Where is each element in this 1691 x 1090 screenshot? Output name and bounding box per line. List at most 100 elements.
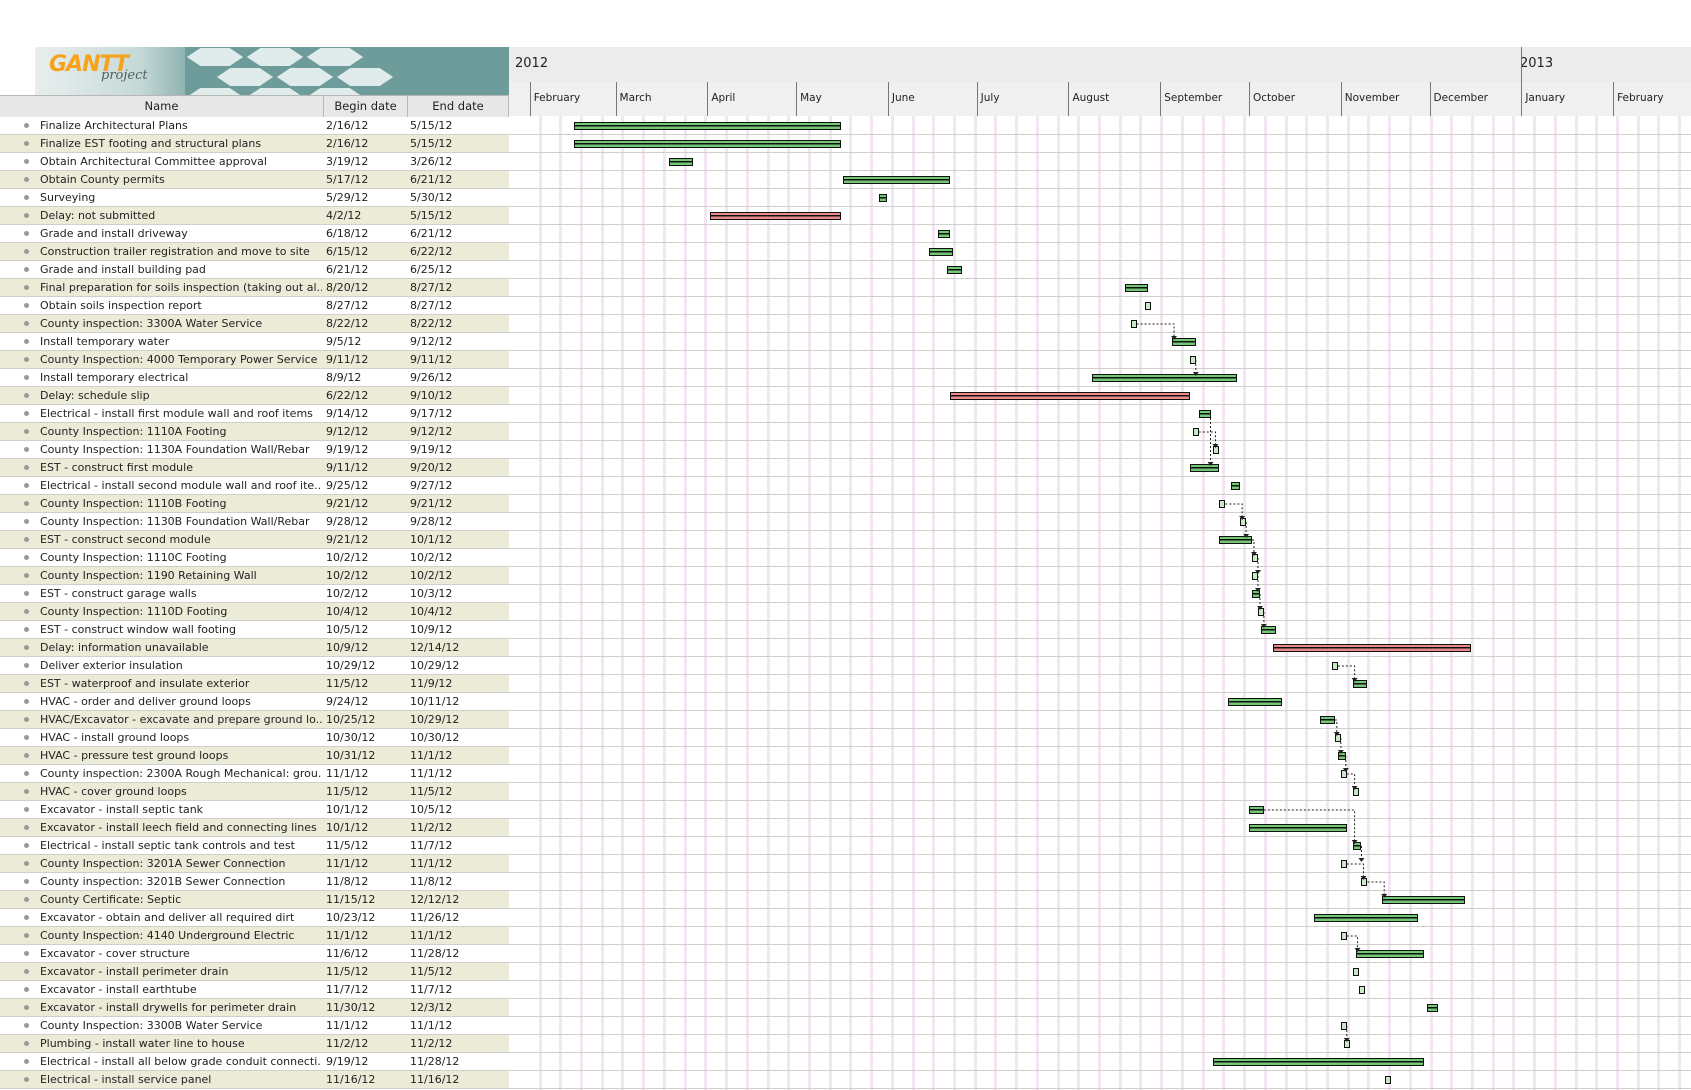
task-begin-date[interactable]: 9/19/12 — [326, 441, 406, 458]
task-name[interactable]: HVAC - cover ground loops — [40, 783, 322, 800]
task-begin-date[interactable]: 10/2/12 — [326, 585, 406, 602]
task-bar[interactable] — [1213, 446, 1220, 454]
task-row[interactable]: County Certificate: Septic 11/15/12 12/12/… — [0, 891, 1691, 909]
task-name[interactable]: EST - construct window wall footing — [40, 621, 322, 638]
task-row[interactable]: EST - construct first module 9/11/12 9/20/… — [0, 459, 1691, 477]
task-begin-date[interactable]: 11/2/12 — [326, 1035, 406, 1052]
task-end-date[interactable]: 9/27/12 — [410, 477, 507, 494]
task-begin-date[interactable]: 9/24/12 — [326, 693, 406, 710]
task-name[interactable]: County Inspection: 4000 Temporary Power … — [40, 351, 322, 368]
task-end-date[interactable]: 11/7/12 — [410, 981, 507, 998]
task-end-date[interactable]: 9/10/12 — [410, 387, 507, 404]
task-end-date[interactable]: 10/29/12 — [410, 657, 507, 674]
task-end-date[interactable]: 9/19/12 — [410, 441, 507, 458]
task-row[interactable]: Excavator - install septic tank 10/1/12 10… — [0, 801, 1691, 819]
task-row[interactable]: Delay: schedule slip 6/22/12 9/10/12 — [0, 387, 1691, 405]
task-begin-date[interactable]: 11/5/12 — [326, 675, 406, 692]
task-end-date[interactable]: 10/4/12 — [410, 603, 507, 620]
task-name[interactable]: Excavator - install leech field and conn… — [40, 819, 322, 836]
task-row[interactable]: Plumbing - install water line to house 11… — [0, 1035, 1691, 1053]
task-begin-date[interactable]: 6/15/12 — [326, 243, 406, 260]
task-bar[interactable] — [1340, 860, 1347, 868]
task-row[interactable]: Excavator - install leech field and conn… — [0, 819, 1691, 837]
task-end-date[interactable]: 11/2/12 — [410, 819, 507, 836]
task-end-date[interactable]: 11/7/12 — [410, 837, 507, 854]
task-row[interactable]: Excavator - install earthtube 11/7/12 11/7… — [0, 981, 1691, 999]
task-name[interactable]: County Inspection: 3300B Water Service — [40, 1017, 322, 1034]
task-begin-date[interactable]: 10/5/12 — [326, 621, 406, 638]
task-row[interactable]: County inspection: 3201B Sewer Connectio… — [0, 873, 1691, 891]
task-name[interactable]: County Certificate: Septic — [40, 891, 322, 908]
task-begin-date[interactable]: 10/31/12 — [326, 747, 406, 764]
task-end-date[interactable]: 10/29/12 — [410, 711, 507, 728]
task-begin-date[interactable]: 11/8/12 — [326, 873, 406, 890]
task-begin-date[interactable]: 10/9/12 — [326, 639, 406, 656]
delay-bar[interactable] — [950, 392, 1190, 400]
task-name[interactable]: County Inspection: 3201A Sewer Connectio… — [40, 855, 322, 872]
task-begin-date[interactable]: 9/11/12 — [326, 459, 406, 476]
task-bar[interactable] — [1251, 572, 1258, 580]
task-end-date[interactable]: 11/1/12 — [410, 927, 507, 944]
task-end-date[interactable]: 11/28/12 — [410, 1053, 507, 1070]
task-name[interactable]: Delay: information unavailable — [40, 639, 322, 656]
task-name[interactable]: Electrical - install all below grade con… — [40, 1053, 322, 1070]
task-row[interactable]: Electrical - install all below grade con… — [0, 1053, 1691, 1071]
task-begin-date[interactable]: 5/29/12 — [326, 189, 406, 206]
task-row[interactable]: Excavator - install perimeter drain 11/5/… — [0, 963, 1691, 981]
task-begin-date[interactable]: 11/1/12 — [326, 1017, 406, 1034]
task-begin-date[interactable]: 11/7/12 — [326, 981, 406, 998]
task-begin-date[interactable]: 11/16/12 — [326, 1071, 406, 1088]
task-name[interactable]: HVAC - pressure test ground loops — [40, 747, 322, 764]
task-name[interactable]: Excavator - install drywells for perimet… — [40, 999, 322, 1016]
task-begin-date[interactable]: 10/25/12 — [326, 711, 406, 728]
task-row[interactable]: Excavator - cover structure 11/6/12 11/28/… — [0, 945, 1691, 963]
task-bar[interactable] — [1257, 608, 1264, 616]
task-bar[interactable] — [1124, 284, 1149, 292]
task-begin-date[interactable]: 9/25/12 — [326, 477, 406, 494]
task-end-date[interactable]: 12/3/12 — [410, 999, 507, 1016]
task-bar[interactable] — [1337, 752, 1346, 760]
task-bar[interactable] — [1331, 662, 1338, 670]
task-name[interactable]: Excavator - obtain and deliver all requi… — [40, 909, 322, 926]
task-name[interactable]: Electrical - install first module wall a… — [40, 405, 322, 422]
task-begin-date[interactable]: 9/11/12 — [326, 351, 406, 368]
task-bar[interactable] — [1240, 518, 1247, 526]
task-begin-date[interactable]: 8/9/12 — [326, 369, 406, 386]
task-end-date[interactable]: 5/15/12 — [410, 135, 507, 152]
task-bar[interactable] — [1320, 716, 1335, 724]
task-begin-date[interactable]: 9/28/12 — [326, 513, 406, 530]
column-header-begin-date[interactable]: Begin date — [324, 96, 408, 117]
task-end-date[interactable]: 11/1/12 — [410, 765, 507, 782]
task-name[interactable]: Construction trailer registration and mo… — [40, 243, 322, 260]
task-end-date[interactable]: 5/15/12 — [410, 117, 507, 134]
task-end-date[interactable]: 11/2/12 — [410, 1035, 507, 1052]
task-end-date[interactable]: 11/1/12 — [410, 1017, 507, 1034]
task-end-date[interactable]: 5/30/12 — [410, 189, 507, 206]
task-row[interactable]: County Inspection: 3300B Water Service 11… — [0, 1017, 1691, 1035]
task-name[interactable]: County Inspection: 1110C Footing — [40, 549, 322, 566]
task-name[interactable]: County Inspection: 1110D Footing — [40, 603, 322, 620]
task-end-date[interactable]: 9/12/12 — [410, 333, 507, 350]
task-row[interactable]: Electrical - install service panel 11/16/… — [0, 1071, 1691, 1089]
task-row[interactable]: EST - construct garage walls 10/2/12 10/3/… — [0, 585, 1691, 603]
task-name[interactable]: Deliver exterior insulation — [40, 657, 322, 674]
task-end-date[interactable]: 10/2/12 — [410, 567, 507, 584]
task-begin-date[interactable]: 10/1/12 — [326, 819, 406, 836]
task-bar[interactable] — [1249, 806, 1264, 814]
task-begin-date[interactable]: 2/16/12 — [326, 135, 406, 152]
task-row[interactable]: County Inspection: 1190 Retaining Wall 10… — [0, 567, 1691, 585]
task-row[interactable]: Final preparation for soils inspection (… — [0, 279, 1691, 297]
task-bar[interactable] — [1352, 968, 1359, 976]
task-end-date[interactable]: 6/22/12 — [410, 243, 507, 260]
task-end-date[interactable]: 9/12/12 — [410, 423, 507, 440]
task-bar[interactable] — [1130, 320, 1137, 328]
task-begin-date[interactable]: 9/14/12 — [326, 405, 406, 422]
task-name[interactable]: Delay: not submitted — [40, 207, 322, 224]
task-bar[interactable] — [1260, 626, 1276, 634]
task-row[interactable]: Excavator - install drywells for perimet… — [0, 999, 1691, 1017]
task-end-date[interactable]: 5/15/12 — [410, 207, 507, 224]
task-bar[interactable] — [1343, 1040, 1350, 1048]
task-row[interactable]: Obtain Architectural Committee approval 3… — [0, 153, 1691, 171]
task-end-date[interactable]: 6/25/12 — [410, 261, 507, 278]
task-bar[interactable] — [1340, 932, 1347, 940]
